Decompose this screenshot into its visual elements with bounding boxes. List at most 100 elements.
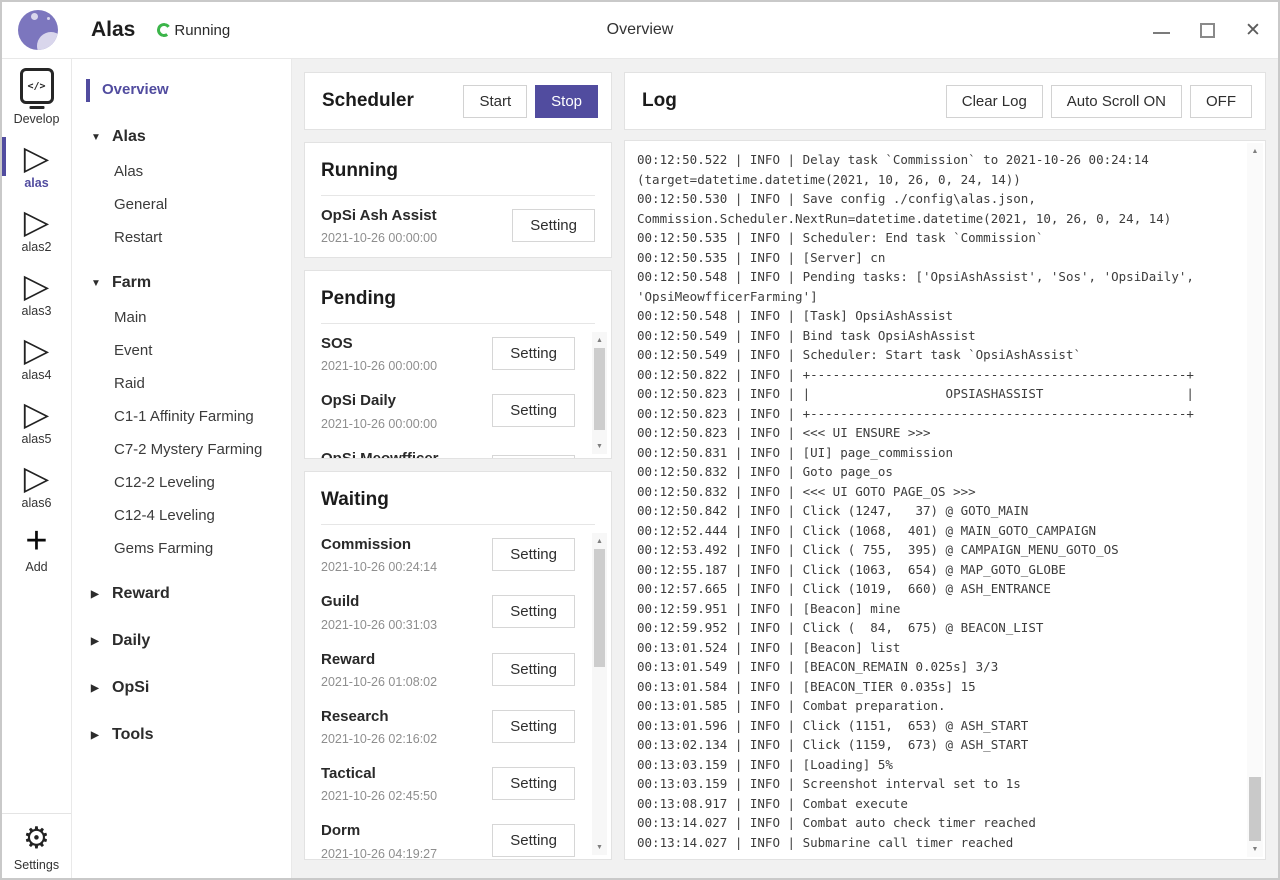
sidebar-item-alas3[interactable]: alas3: [2, 260, 71, 324]
scrollbar-thumb[interactable]: [1249, 777, 1261, 841]
maximize-button[interactable]: [1198, 21, 1216, 39]
menu-item-c12-4-leveling[interactable]: C12-4 Leveling: [72, 499, 291, 532]
gear-icon: [23, 821, 50, 857]
clear-log-button[interactable]: Clear Log: [946, 85, 1043, 118]
setting-button[interactable]: Setting: [492, 455, 575, 459]
log-line: 00:12:55.187 | INFO | Click (1063, 654) …: [637, 560, 1237, 580]
menu-item-general[interactable]: General: [72, 188, 291, 221]
scroll-down-icon[interactable]: ▼: [592, 439, 607, 453]
auto-scroll-on-button[interactable]: Auto Scroll ON: [1051, 85, 1182, 118]
setting-button[interactable]: Setting: [492, 767, 575, 800]
log-line: 00:13:01.585 | INFO | Combat preparation…: [637, 696, 1237, 716]
task-sections: Running OpSi Ash Assist 2021-10-26 00:00…: [304, 142, 612, 860]
log-line: 00:12:50.535 | INFO | [Server] cn: [637, 248, 1237, 268]
log-scrollbar[interactable]: ▲ ▼: [1247, 143, 1263, 857]
log-line: 00:12:50.530 | INFO | Save config ./conf…: [637, 189, 1237, 209]
setting-button[interactable]: Setting: [492, 710, 575, 743]
auto-scroll-off-button[interactable]: OFF: [1190, 85, 1252, 118]
task-card-waiting: Waiting Commission 2021-10-26 00:24:14: [304, 471, 612, 860]
scheduler-title: Scheduler: [322, 90, 463, 112]
task-row-opsi-ash-assist: OpSi Ash Assist 2021-10-26 00:00:00 Sett…: [321, 196, 595, 253]
scroll-up-icon[interactable]: ▲: [1247, 144, 1263, 158]
nav-menu: Overview Alas Alas Gene: [72, 59, 292, 878]
expand-triangle-icon: [91, 730, 112, 741]
scroll-up-icon[interactable]: ▲: [592, 534, 607, 548]
scrollbar-thumb[interactable]: [594, 348, 605, 430]
menu-item-event[interactable]: Event: [72, 334, 291, 367]
menu-group-header[interactable]: Tools: [72, 717, 291, 753]
scroll-up-icon[interactable]: ▲: [592, 333, 607, 347]
menu-item-raid[interactable]: Raid: [72, 367, 291, 400]
sidebar-item-alas[interactable]: alas: [2, 132, 71, 196]
sidebar-item-alas4[interactable]: alas4: [2, 324, 71, 388]
scroll-down-icon[interactable]: ▼: [1247, 842, 1263, 856]
instance-rail: Develop alas alas2 alas3: [2, 59, 72, 878]
task-row-opsi-daily: OpSi Daily 2021-10-26 00:00:00 Setting: [321, 381, 575, 438]
task-card-title: Running: [321, 153, 595, 196]
maximize-icon: [1200, 23, 1215, 38]
menu-item-gems-farming[interactable]: Gems Farming: [72, 532, 291, 565]
task-row-dorm: Dorm 2021-10-26 04:19:27 Setting: [321, 811, 575, 860]
log-line: 00:12:57.665 | INFO | Click (1019, 660) …: [637, 579, 1237, 599]
scrollbar[interactable]: ▲ ▼: [592, 332, 607, 454]
log-line: 00:13:03.159 | INFO | Screenshot interva…: [637, 774, 1237, 794]
setting-button[interactable]: Setting: [492, 595, 575, 628]
sidebar-item-alas2[interactable]: alas2: [2, 196, 71, 260]
log-line: 00:13:08.917 | INFO | Combat execute: [637, 794, 1237, 814]
menu-group-farm: Farm Main Event Raid C1-1 Affinity Fa: [72, 265, 291, 565]
task-row-commission: Commission 2021-10-26 00:24:14 Setting: [321, 525, 575, 582]
stop-button[interactable]: Stop: [535, 85, 598, 118]
log-line: (target=datetime.datetime(2021, 10, 26, …: [637, 170, 1237, 190]
scroll-down-icon[interactable]: ▼: [592, 840, 607, 854]
scrollbar-thumb[interactable]: [594, 549, 605, 667]
task-card-running: Running OpSi Ash Assist 2021-10-26 00:00…: [304, 142, 612, 258]
sidebar-item-alas5[interactable]: alas5: [2, 388, 71, 452]
setting-button[interactable]: Setting: [492, 538, 575, 571]
menu-item-c7-2-mystery-farming[interactable]: C7-2 Mystery Farming: [72, 433, 291, 466]
menu-group-header[interactable]: Alas: [72, 119, 291, 155]
menu-group-alas: Alas Alas General Restart: [72, 119, 291, 254]
app-title: Alas: [91, 18, 135, 42]
close-icon: ✕: [1245, 21, 1261, 40]
sidebar-item-add[interactable]: Add: [2, 516, 71, 580]
menu-item-overview[interactable]: Overview: [72, 73, 291, 108]
setting-button[interactable]: Setting: [492, 653, 575, 686]
log-line: 'OpsiMeowfficerFarming']: [637, 287, 1237, 307]
minimize-button[interactable]: [1152, 21, 1170, 39]
log-line: 00:12:50.548 | INFO | Pending tasks: ['O…: [637, 267, 1237, 287]
menu-item-c1-1-affinity-farming[interactable]: C1-1 Affinity Farming: [72, 400, 291, 433]
scrollbar[interactable]: ▲ ▼: [592, 533, 607, 855]
setting-button[interactable]: Setting: [492, 824, 575, 857]
log-line: Commission.Scheduler.NextRun=datetime.da…: [637, 209, 1237, 229]
menu-item-restart[interactable]: Restart: [72, 221, 291, 254]
log-lines: 00:12:50.522 | INFO | Delay task `Commis…: [637, 150, 1237, 852]
play-icon: [24, 459, 49, 495]
log-line: 00:13:03.159 | INFO | [Loading] 5%: [637, 755, 1237, 775]
task-row-research: Research 2021-10-26 02:16:02 Setting: [321, 697, 575, 754]
close-button[interactable]: ✕: [1244, 21, 1262, 39]
log-line: 00:12:53.492 | INFO | Click ( 755, 395) …: [637, 540, 1237, 560]
task-card-title: Pending: [321, 281, 595, 324]
sidebar-item-settings[interactable]: Settings: [2, 814, 71, 878]
start-button[interactable]: Start: [463, 85, 527, 118]
task-row-reward: Reward 2021-10-26 01:08:02 Setting: [321, 640, 575, 697]
log-view[interactable]: 00:12:50.522 | INFO | Delay task `Commis…: [624, 140, 1266, 860]
menu-item-c12-2-leveling[interactable]: C12-2 Leveling: [72, 466, 291, 499]
menu-item-main[interactable]: Main: [72, 301, 291, 334]
menu-item-alas[interactable]: Alas: [72, 155, 291, 188]
menu-group-tools: Tools: [72, 717, 291, 753]
sidebar-item-develop[interactable]: Develop: [2, 65, 71, 132]
sidebar-item-alas6[interactable]: alas6: [2, 452, 71, 516]
setting-button[interactable]: Setting: [492, 337, 575, 370]
menu-group-header[interactable]: OpSi: [72, 670, 291, 706]
setting-button[interactable]: Setting: [512, 209, 595, 242]
play-icon: [24, 203, 49, 239]
log-line: 00:12:59.951 | INFO | [Beacon] mine: [637, 599, 1237, 619]
menu-group-header[interactable]: Daily: [72, 623, 291, 659]
setting-button[interactable]: Setting: [492, 394, 575, 427]
menu-group-header[interactable]: Farm: [72, 265, 291, 301]
log-line: 00:12:50.535 | INFO | Scheduler: End tas…: [637, 228, 1237, 248]
menu-group-daily: Daily: [72, 623, 291, 659]
menu-group-header[interactable]: Reward: [72, 576, 291, 612]
log-line: 00:12:50.549 | INFO | Bind task OpsiAshA…: [637, 326, 1237, 346]
